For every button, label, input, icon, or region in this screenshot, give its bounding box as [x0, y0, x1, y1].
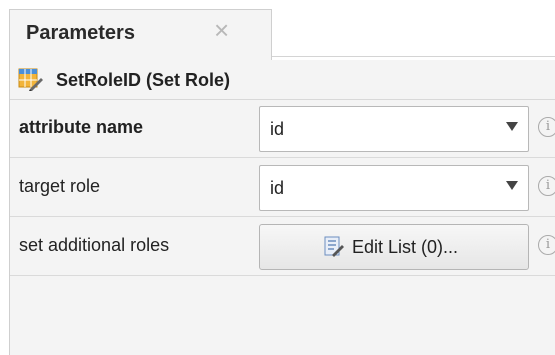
tab-parameters[interactable]: Parameters ×: [9, 9, 272, 61]
close-icon[interactable]: ×: [214, 17, 229, 43]
param-row-attribute-name: attribute name id i: [10, 100, 555, 158]
attribute-name-select[interactable]: id: [259, 106, 529, 152]
parameters-panel: Parameters × SetRoleID (Set Role) attrib…: [0, 0, 555, 355]
parameters-content: SetRoleID (Set Role) attribute name id i…: [9, 60, 555, 355]
set-role-icon: [18, 68, 43, 91]
edit-list-label: Edit List (0)...: [352, 237, 459, 257]
dropdown-arrow-icon: [506, 181, 518, 190]
operator-header: SetRoleID (Set Role): [10, 60, 555, 100]
param-label: target role: [19, 176, 101, 196]
tab-title: Parameters: [26, 22, 135, 44]
select-value: id: [270, 178, 285, 198]
param-row-target-role: target role id i: [10, 159, 555, 217]
target-role-select[interactable]: id: [259, 165, 529, 211]
edit-list-icon: [324, 236, 344, 257]
operator-title: SetRoleID (Set Role): [56, 70, 231, 90]
info-icon[interactable]: i: [538, 117, 555, 137]
edit-list-button[interactable]: Edit List (0)...: [259, 224, 529, 270]
tab-strip-divider: [272, 56, 555, 57]
param-label: attribute name: [19, 117, 144, 137]
param-label: set additional roles: [19, 235, 170, 255]
param-row-set-additional-roles: set additional roles Edit List (0)... i: [10, 218, 555, 276]
select-value: id: [270, 119, 285, 139]
info-icon[interactable]: i: [538, 176, 555, 196]
dropdown-arrow-icon: [506, 122, 518, 131]
tab-strip: Parameters ×: [0, 0, 555, 61]
info-icon[interactable]: i: [538, 235, 555, 255]
